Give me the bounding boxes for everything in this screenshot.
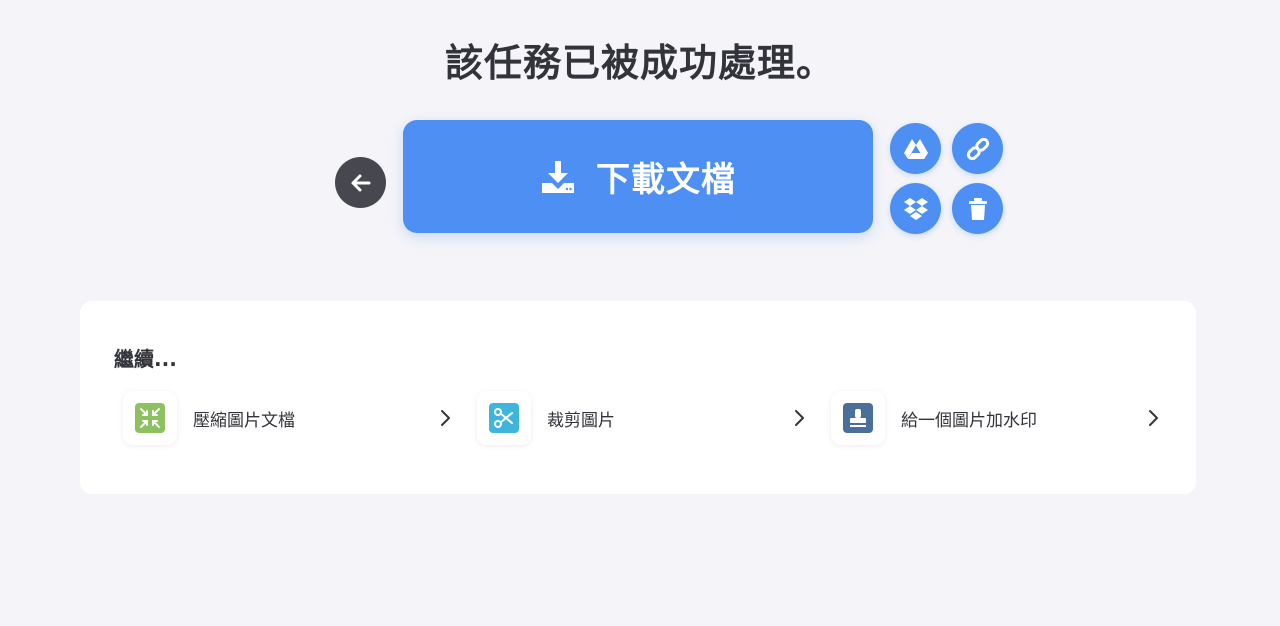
dropbox-icon [903,197,928,220]
link-icon [966,137,989,160]
download-label: 下載文檔 [596,160,736,200]
chevron-right-icon [789,408,809,428]
chevron-right-icon [1143,408,1163,428]
tool-label: 給一個圖片加水印 [901,410,1037,431]
save-to-google-drive-button[interactable] [890,123,941,174]
download-icon [540,159,576,195]
tool-watermark-image[interactable]: 給一個圖片加水印 [831,389,1163,447]
tool-tile [831,391,885,445]
back-button[interactable] [335,157,386,208]
copy-link-button[interactable] [952,123,1003,174]
tool-tile [123,391,177,445]
tool-tile [477,391,531,445]
delete-button[interactable] [952,183,1003,234]
chevron-right-icon [435,408,455,428]
continue-card: 繼續... 壓縮圖片文檔 裁剪圖片 給一個圖片加水印 [80,301,1196,494]
compress-icon [135,403,165,433]
tool-compress-image[interactable]: 壓縮圖片文檔 [123,389,455,447]
tool-label: 裁剪圖片 [547,410,615,431]
download-button[interactable]: 下載文檔 [403,120,873,233]
stamp-icon [843,403,873,433]
arrow-left-icon [351,174,370,191]
trash-icon [968,197,987,220]
tool-label: 壓縮圖片文檔 [193,410,295,431]
continue-heading: 繼續... [114,347,177,371]
page-title: 該任務已被成功處理。 [444,41,835,85]
scissors-icon [489,403,519,433]
google-drive-icon [903,138,928,159]
tool-crop-image[interactable]: 裁剪圖片 [477,389,809,447]
save-to-dropbox-button[interactable] [890,183,941,234]
